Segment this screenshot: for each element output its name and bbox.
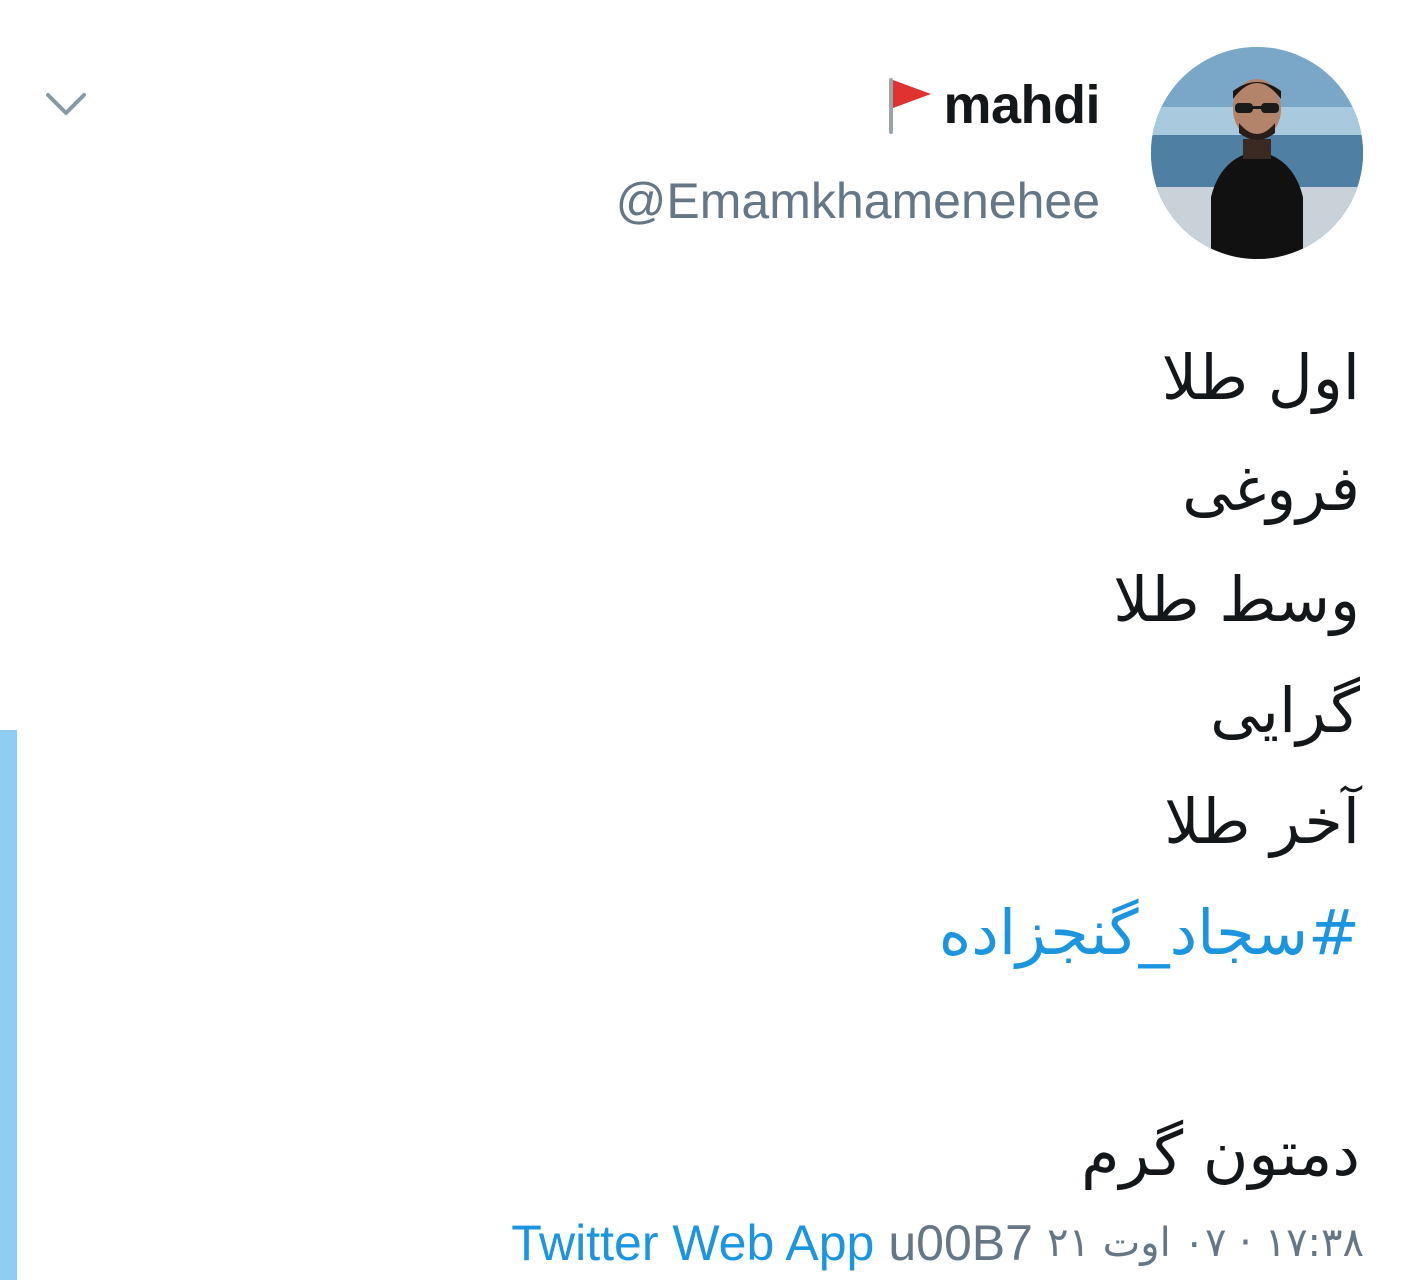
triangular-flag-icon — [889, 78, 932, 134]
tweet-closing-line: دمتون گرم — [1081, 1117, 1360, 1190]
avatar-photo — [1151, 47, 1363, 259]
chevron-down-icon — [46, 93, 86, 115]
display-name: mahdi — [943, 75, 1100, 135]
source-app-link[interactable]: Twitter Web App — [511, 1214, 874, 1272]
tweet-meta: Twitter Web App u00B7 ۱۷:۳۸ · ۰۷ اوت ۲۱ — [511, 1208, 1364, 1278]
tweet-text: اول طلا فروغی وسط طلا گرایی آخر طلا #سجا… — [360, 322, 1360, 1209]
tweet-line: وسط طلا — [1113, 563, 1360, 636]
thread-indicator-bar — [0, 730, 17, 1280]
tweet-line: گرایی — [1210, 674, 1360, 747]
tweet-line: فروغی — [1182, 452, 1360, 525]
user-name-row[interactable]: mahdi — [883, 70, 1100, 140]
hashtag-link[interactable]: #سجاد_گنجزاده — [360, 877, 1360, 988]
tweet-line: اول طلا — [1161, 341, 1360, 414]
tweet-line: آخر طلا — [1164, 785, 1360, 858]
avatar[interactable] — [1151, 47, 1363, 259]
meta-separator: u00B7 — [888, 1215, 1033, 1271]
user-handle[interactable]: @Emamkhamenehee — [616, 172, 1100, 230]
tweet-timestamp[interactable]: ۱۷:۳۸ · ۰۷ اوت ۲۱ — [1047, 1220, 1364, 1266]
tweet-menu-button[interactable] — [40, 85, 92, 125]
